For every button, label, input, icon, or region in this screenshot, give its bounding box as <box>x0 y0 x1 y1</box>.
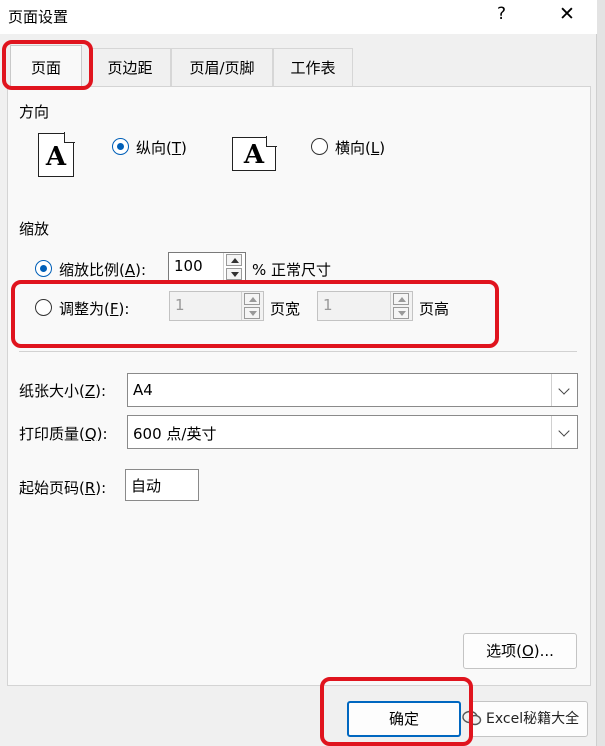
help-button[interactable]: ? <box>497 4 506 24</box>
tab-header-footer[interactable]: 页眉/页脚 <box>171 48 273 86</box>
title-bar: 页面设置 ? ✕ <box>0 0 597 34</box>
print-quality-select[interactable]: 600 点/英寸 <box>127 415 578 449</box>
ok-button[interactable]: 确定 <box>347 701 461 737</box>
pages-tall-value: 1 <box>323 296 333 314</box>
options-button[interactable]: 选项(O)... <box>463 633 577 669</box>
scaling-heading: 缩放 <box>19 220 50 238</box>
spin-up-icon[interactable] <box>244 293 260 305</box>
background-strip <box>597 0 605 746</box>
page-setup-dialog: 页面设置 ? ✕ 页面 页边距 页眉/页脚 工作表 方向 A 纵向(T) A 横… <box>0 0 597 746</box>
portrait-radio[interactable] <box>112 138 129 155</box>
portrait-page-icon: A <box>38 132 75 177</box>
spin-down-icon[interactable] <box>244 307 260 319</box>
pages-tall-spinner[interactable]: 1 <box>317 291 413 321</box>
chevron-down-icon[interactable] <box>551 416 577 448</box>
pages-wide-suffix: 页宽 <box>270 300 301 318</box>
paper-size-label: 纸张大小(Z): <box>19 382 107 400</box>
adjust-to-radio[interactable] <box>35 260 52 277</box>
portrait-label[interactable]: 纵向(T) <box>136 137 187 158</box>
first-page-number-label: 起始页码(R): <box>19 479 107 497</box>
fit-to-radio[interactable] <box>35 299 52 316</box>
landscape-radio[interactable] <box>311 138 328 155</box>
print-quality-value: 600 点/英寸 <box>133 425 217 443</box>
spin-down-icon[interactable] <box>226 268 242 280</box>
close-button[interactable]: ✕ <box>559 3 575 25</box>
watermark-text: Excel秘籍大全 <box>486 711 580 727</box>
print-quality-label: 打印质量(Q): <box>19 425 108 443</box>
tab-page[interactable]: 页面 <box>10 45 82 87</box>
spin-up-icon[interactable] <box>226 254 242 266</box>
landscape-page-icon: A <box>232 136 277 171</box>
paper-size-select[interactable]: A4 <box>127 373 578 407</box>
wechat-logo-icon <box>462 710 482 726</box>
paper-size-value: A4 <box>133 381 153 399</box>
chevron-down-icon[interactable] <box>551 374 577 406</box>
first-page-number-input[interactable]: 自动 <box>125 469 199 501</box>
fit-to-label[interactable]: 调整为(F): <box>59 298 129 319</box>
tab-margins[interactable]: 页边距 <box>89 48 171 86</box>
orientation-heading: 方向 <box>19 103 50 121</box>
scale-percent-suffix: % 正常尺寸 <box>252 261 332 279</box>
scale-percent-spinner[interactable]: 100 <box>168 252 246 282</box>
pages-tall-suffix: 页高 <box>419 300 450 318</box>
spin-up-icon[interactable] <box>393 293 409 305</box>
scale-percent-value: 100 <box>174 257 203 275</box>
separator <box>19 351 577 352</box>
landscape-label[interactable]: 横向(L) <box>335 137 385 158</box>
tab-sheet[interactable]: 工作表 <box>273 48 353 86</box>
page-tab-panel: 方向 A 纵向(T) A 横向(L) 缩放 缩放比例(A): 100 % 正常尺… <box>7 86 591 686</box>
first-page-number-value: 自动 <box>131 477 162 495</box>
dialog-title: 页面设置 <box>8 8 69 26</box>
pages-wide-value: 1 <box>175 296 185 314</box>
pages-wide-spinner[interactable]: 1 <box>169 291 264 321</box>
adjust-to-label[interactable]: 缩放比例(A): <box>59 259 146 280</box>
spin-down-icon[interactable] <box>393 307 409 319</box>
